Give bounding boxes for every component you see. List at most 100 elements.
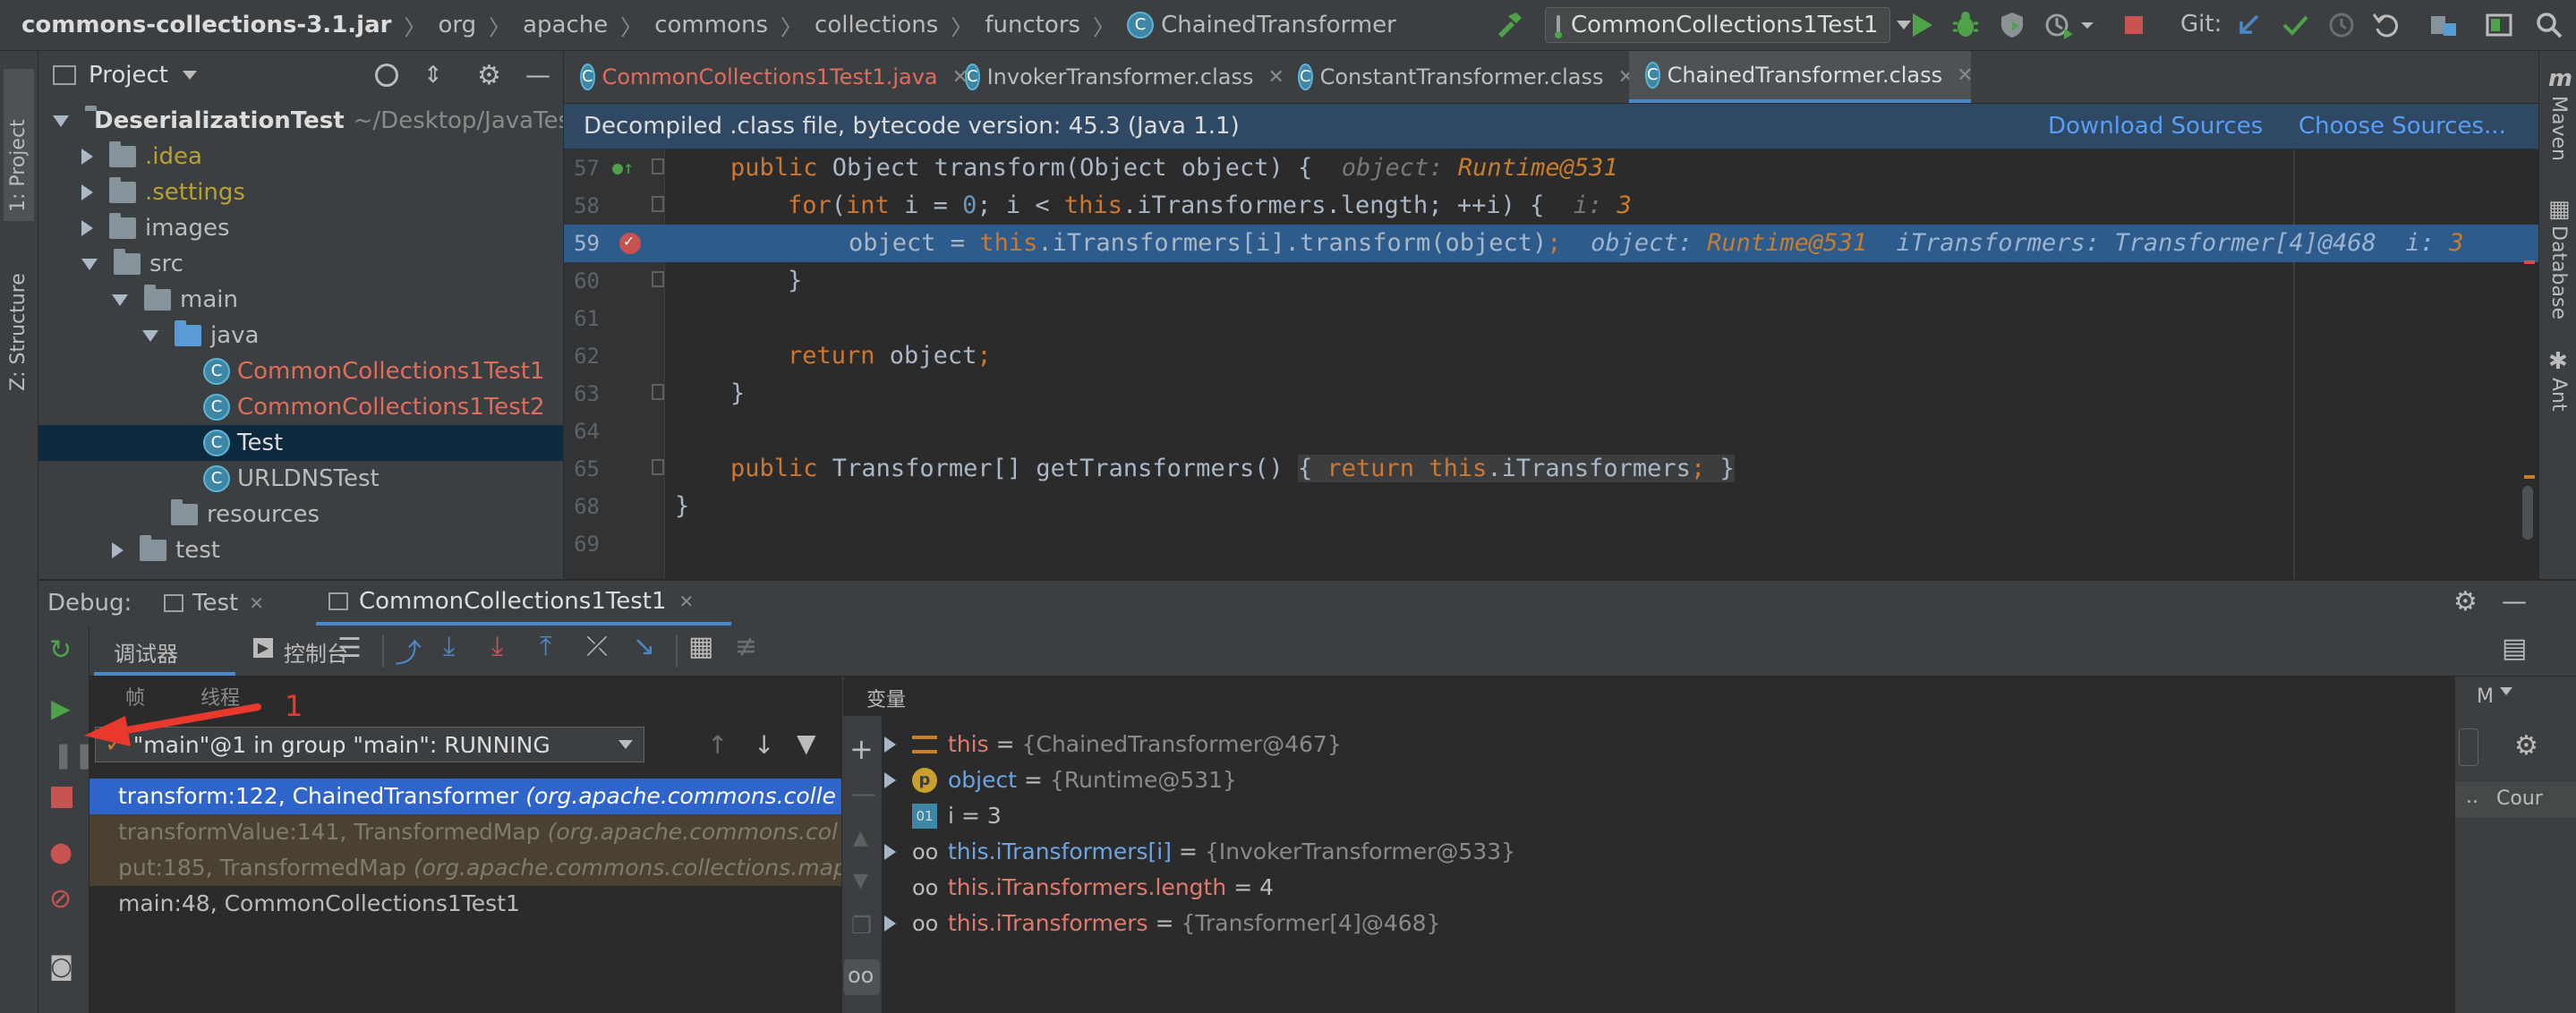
- remove-watch-icon[interactable]: —: [851, 779, 876, 808]
- step-over-icon[interactable]: ⤓: [443, 631, 455, 662]
- expand-arrow-icon[interactable]: [884, 772, 896, 788]
- resume-icon[interactable]: ▶: [51, 694, 71, 723]
- expand-arrow-icon[interactable]: [884, 844, 896, 860]
- variable-row[interactable]: this = {ChainedTransformer@467}: [884, 727, 2406, 762]
- tab-commoncollections1test1[interactable]: C CommonCollections1Test1.java ✕: [564, 51, 968, 103]
- project-structure-icon[interactable]: [2427, 9, 2460, 41]
- expand-arrow-icon[interactable]: [81, 258, 98, 270]
- fold-marker-icon[interactable]: [652, 271, 664, 287]
- show-execution-point-icon[interactable]: ⤴: [395, 631, 422, 670]
- tree-item-class-test[interactable]: C Test: [38, 425, 563, 461]
- locate-target-icon[interactable]: [375, 64, 398, 87]
- build-hammer-icon[interactable]: [1493, 9, 1525, 41]
- stack-frame[interactable]: transformValue:141, TransformedMap (org.…: [90, 814, 841, 850]
- panel-tab-label[interactable]: M: [2477, 685, 2494, 708]
- watches-toggle[interactable]: oo: [844, 959, 880, 995]
- git-rollback-icon[interactable]: [2370, 9, 2402, 41]
- breadcrumb-org[interactable]: org: [438, 12, 476, 38]
- minimize-icon[interactable]: —: [2502, 586, 2527, 616]
- stop-icon[interactable]: [2118, 9, 2150, 41]
- restore-layout-icon[interactable]: ▤: [2502, 633, 2527, 664]
- variable-row[interactable]: 01 i = 3: [884, 798, 2406, 834]
- tab-console[interactable]: ▶ 控制台: [246, 626, 389, 676]
- stop-icon[interactable]: [51, 787, 73, 808]
- arrow-down-icon[interactable]: ↓: [754, 730, 774, 760]
- expand-arrow-icon[interactable]: [112, 294, 128, 306]
- trace-icon[interactable]: ≢: [735, 631, 757, 662]
- collapse-all-icon[interactable]: ⇕: [423, 62, 443, 89]
- tree-item-root[interactable]: DeserializationTest ~/Desktop/JavaTes: [38, 103, 563, 139]
- run-configuration-selector[interactable]: CommonCollections1Test1: [1545, 7, 1911, 43]
- expand-arrow-icon[interactable]: [81, 149, 93, 165]
- project-tool-tab[interactable]: 1: Project: [7, 119, 30, 212]
- force-step-into-icon[interactable]: ⤓: [491, 631, 503, 662]
- mute-breakpoints-icon[interactable]: ⊘: [49, 883, 72, 915]
- expand-arrow-icon[interactable]: [81, 184, 93, 200]
- tree-item-idea[interactable]: .idea: [38, 139, 563, 175]
- tree-item-images[interactable]: images: [38, 210, 563, 246]
- tree-item-settings[interactable]: .settings: [38, 175, 563, 210]
- drop-frame-icon[interactable]: ⤫: [586, 631, 608, 662]
- breadcrumb-collections[interactable]: collections: [815, 12, 938, 38]
- camera-icon[interactable]: ◙: [49, 951, 73, 981]
- tree-item-java[interactable]: java: [38, 318, 563, 353]
- stack-frame[interactable]: put:185, TransformedMap (org.apache.comm…: [90, 850, 841, 886]
- fold-marker-icon[interactable]: [652, 158, 664, 175]
- editor-scrollbar[interactable]: [2522, 486, 2533, 540]
- expand-arrow-icon[interactable]: [81, 220, 93, 236]
- expand-arrow-icon[interactable]: [884, 915, 896, 932]
- add-watch-icon[interactable]: +: [849, 732, 874, 766]
- tree-item-src[interactable]: src: [38, 246, 563, 282]
- database-tool-tab[interactable]: Database: [2547, 226, 2570, 319]
- step-out-icon[interactable]: ⤒: [540, 631, 551, 662]
- view-breakpoints-icon[interactable]: ●: [49, 837, 73, 868]
- coverage-shield-icon[interactable]: [1996, 9, 2028, 41]
- tree-item-test[interactable]: test: [38, 532, 563, 568]
- chevron-down-icon[interactable]: [2500, 687, 2512, 695]
- expand-arrow-icon[interactable]: [53, 115, 69, 127]
- git-history-icon[interactable]: [2325, 9, 2358, 41]
- tab-invokertransformer[interactable]: C InvokerTransformer.class ✕: [949, 51, 1284, 103]
- tab-constanttransformer[interactable]: C ConstantTransformer.class ✕: [1282, 51, 1634, 103]
- gear-icon[interactable]: ⚙: [477, 60, 501, 91]
- run-to-cursor-icon[interactable]: ↘: [633, 631, 655, 662]
- gear-icon[interactable]: ⚙: [2453, 586, 2478, 617]
- gear-icon[interactable]: ⚙: [2514, 730, 2538, 762]
- variable-row[interactable]: p object = {Runtime@531}: [884, 762, 2406, 798]
- project-panel-title[interactable]: Project: [89, 62, 168, 89]
- folded-region[interactable]: { return this.iTransformers; }: [1297, 455, 1735, 482]
- variable-row[interactable]: oo this.iTransformers[i] = {InvokerTrans…: [884, 834, 2406, 870]
- column-header[interactable]: Cour: [2496, 787, 2543, 810]
- minimize-icon[interactable]: —: [525, 60, 550, 89]
- stack-frame[interactable]: transform:122, ChainedTransformer (org.a…: [90, 779, 841, 814]
- search-input[interactable]: [2459, 728, 2478, 766]
- run-icon[interactable]: [1905, 9, 1937, 41]
- expand-arrow-icon[interactable]: [112, 542, 124, 558]
- fold-marker-icon[interactable]: [652, 196, 664, 212]
- structure-tool-tab[interactable]: Z: Structure: [7, 273, 30, 391]
- rerun-icon[interactable]: ↻: [49, 634, 72, 666]
- debug-tab-commoncollections1test1[interactable]: CommonCollections1Test1 ✕: [316, 581, 731, 626]
- move-down-icon[interactable]: ▼: [853, 870, 868, 892]
- chevron-down-icon[interactable]: [2078, 9, 2096, 41]
- tab-chainedtransformer[interactable]: C ChainedTransformer.class ✕: [1629, 51, 1974, 103]
- breadcrumb-jar[interactable]: commons-collections-3.1.jar: [21, 12, 391, 38]
- tab-debugger[interactable]: 调试器: [94, 626, 235, 676]
- close-icon[interactable]: ✕: [679, 591, 695, 612]
- expand-arrow-icon[interactable]: [884, 736, 896, 753]
- evaluate-expression-icon[interactable]: ▦: [688, 631, 713, 662]
- chevron-down-icon[interactable]: [182, 71, 197, 80]
- close-icon[interactable]: ✕: [249, 592, 264, 614]
- ant-tool-tab[interactable]: Ant: [2547, 378, 2570, 412]
- expand-arrow-icon[interactable]: [142, 329, 158, 342]
- tree-item-class-test1[interactable]: C CommonCollections1Test1: [38, 353, 563, 389]
- fold-marker-icon[interactable]: [652, 384, 664, 400]
- download-sources-link[interactable]: Download Sources: [2048, 113, 2263, 140]
- variable-row[interactable]: oo this.iTransformers.length = 4: [884, 870, 2406, 906]
- git-commit-icon[interactable]: [2279, 9, 2311, 41]
- close-icon[interactable]: ✕: [1957, 64, 1973, 87]
- duplicate-icon[interactable]: ❐: [851, 913, 872, 940]
- choose-sources-link[interactable]: Choose Sources...: [2299, 113, 2506, 140]
- move-up-icon[interactable]: ▲: [853, 827, 868, 849]
- variable-row[interactable]: oo this.iTransformers = {Transformer[4]@…: [884, 906, 2406, 941]
